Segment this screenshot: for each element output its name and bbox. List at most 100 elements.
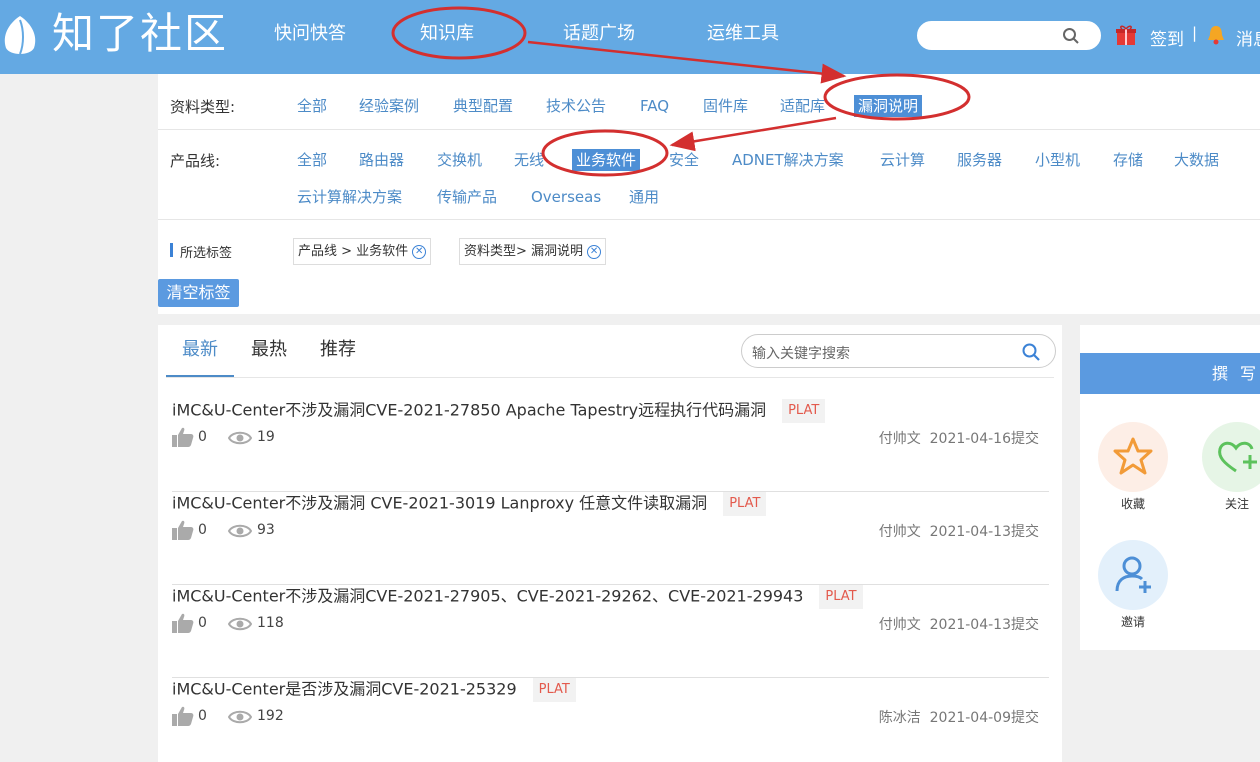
filter-type-faq[interactable]: FAQ — [640, 96, 669, 116]
follow-label: 关注 — [1224, 497, 1249, 511]
filter-product-transmission[interactable]: 传输产品 — [437, 187, 497, 207]
filter-product-storage[interactable]: 存储 — [1113, 150, 1143, 170]
item-tag: PLAT — [782, 399, 826, 423]
filter-product-router[interactable]: 路由器 — [359, 150, 404, 170]
site-logo-text[interactable]: 知了社区 — [52, 6, 228, 62]
clear-tags-button[interactable]: 清空标签 — [158, 279, 239, 307]
nav-ops-tools[interactable]: 运维工具 — [707, 22, 779, 46]
article-list-panel: 最新 最热 推荐 输入关键字搜索 iMC&U-Center不涉及漏洞CVE-20… — [158, 325, 1062, 762]
filter-product-server[interactable]: 服务器 — [957, 150, 1002, 170]
like-count: 0 — [198, 522, 207, 538]
logo-icon[interactable] — [2, 14, 38, 58]
close-circle-icon[interactable]: ✕ — [412, 244, 427, 259]
active-tab-indicator — [166, 375, 234, 377]
selected-tag-product: 产品线 > 业务软件 ✕ — [293, 238, 432, 265]
like-count: 0 — [198, 429, 207, 445]
filter-product-cloud[interactable]: 云计算 — [880, 150, 925, 170]
item-title[interactable]: iMC&U-Center是否涉及漏洞CVE-2021-25329 — [172, 680, 517, 699]
list-item[interactable]: iMC&U-Center不涉及漏洞 CVE-2021-3019 Lanproxy… — [172, 492, 1049, 585]
selected-tags-marker — [170, 243, 173, 257]
item-author[interactable]: 付帅文 — [879, 617, 921, 633]
header-search-input[interactable] — [917, 21, 1101, 50]
view-count: 118 — [257, 615, 284, 631]
filter-type-label: 资料类型: — [170, 98, 236, 116]
selected-tag-text: 产品线 > 业务软件 — [298, 244, 409, 259]
tab-latest[interactable]: 最新 — [182, 339, 218, 361]
tab-recommended[interactable]: 推荐 — [320, 339, 356, 361]
favorite-button[interactable] — [1098, 422, 1168, 492]
thumbs-up-icon[interactable] — [172, 613, 194, 633]
list-item[interactable]: iMC&U-Center不涉及漏洞CVE-2021-27850 Apache T… — [172, 399, 1049, 492]
list-item[interactable]: iMC&U-Center是否涉及漏洞CVE-2021-25329 PLAT 0 1… — [172, 678, 1049, 762]
tab-hottest[interactable]: 最热 — [251, 339, 287, 361]
filter-product-minicomputer[interactable]: 小型机 — [1035, 150, 1080, 170]
list-item[interactable]: iMC&U-Center不涉及漏洞CVE-2021-27905、CVE-2021… — [172, 585, 1049, 678]
eye-icon — [228, 431, 252, 445]
signin-link[interactable]: 签到 — [1150, 25, 1184, 50]
item-tag: PLAT — [723, 492, 767, 516]
item-author[interactable]: 付帅文 — [879, 431, 921, 447]
item-author[interactable]: 陈冰洁 — [879, 710, 921, 726]
invite-button[interactable] — [1098, 540, 1168, 610]
bell-icon[interactable] — [1206, 24, 1226, 46]
item-date: 2021-04-13提交 — [929, 617, 1039, 633]
filter-product-overseas[interactable]: Overseas — [531, 187, 601, 207]
view-count: 93 — [257, 522, 275, 538]
nav-topic-square[interactable]: 话题广场 — [563, 22, 635, 46]
search-icon[interactable] — [1062, 27, 1080, 45]
filter-type-all[interactable]: 全部 — [297, 96, 327, 116]
search-icon[interactable] — [1021, 342, 1041, 362]
heart-plus-icon — [1218, 441, 1257, 473]
item-tag: PLAT — [819, 585, 863, 609]
filter-type-adapter[interactable]: 适配库 — [780, 96, 825, 116]
filter-product-adnet[interactable]: ADNET解决方案 — [732, 150, 844, 170]
item-title[interactable]: iMC&U-Center不涉及漏洞CVE-2021-27905、CVE-2021… — [172, 587, 803, 606]
filter-product-wireless[interactable]: 无线 — [514, 150, 544, 170]
filter-product-cloud-solution[interactable]: 云计算解决方案 — [297, 187, 402, 207]
filter-product-general[interactable]: 通用 — [629, 187, 659, 207]
follow-button[interactable] — [1202, 422, 1260, 492]
favorite-label: 收藏 — [1120, 497, 1145, 511]
close-circle-icon[interactable]: ✕ — [587, 244, 602, 259]
header-separator: | — [1192, 24, 1198, 42]
list-search-input[interactable]: 输入关键字搜索 — [741, 334, 1056, 368]
user-plus-icon — [1115, 556, 1151, 593]
view-count: 19 — [257, 429, 275, 445]
item-title[interactable]: iMC&U-Center不涉及漏洞CVE-2021-27850 Apache T… — [172, 401, 766, 420]
filter-type-firmware[interactable]: 固件库 — [703, 96, 748, 116]
write-button[interactable]: 撰写 — [1080, 353, 1260, 394]
item-author[interactable]: 付帅文 — [879, 524, 921, 540]
filter-type-vulnerability[interactable]: 漏洞说明 — [854, 95, 923, 117]
side-panel: 撰写 收藏 关注 邀请 — [1080, 325, 1260, 650]
filter-product-bigdata[interactable]: 大数据 — [1174, 150, 1219, 170]
item-title[interactable]: iMC&U-Center不涉及漏洞 CVE-2021-3019 Lanproxy… — [172, 494, 707, 513]
filter-product-security[interactable]: 安全 — [669, 150, 699, 170]
like-count: 0 — [198, 615, 207, 631]
messages-link[interactable]: 消息 — [1236, 25, 1260, 50]
filter-type-typical-config[interactable]: 典型配置 — [453, 96, 513, 116]
filter-type-tech-notice[interactable]: 技术公告 — [546, 96, 606, 116]
search-placeholder: 输入关键字搜索 — [752, 346, 850, 362]
selected-tag-type: 资料类型> 漏洞说明 ✕ — [459, 238, 607, 265]
invite-label: 邀请 — [1120, 615, 1145, 629]
nav-quick-qa[interactable]: 快问快答 — [274, 22, 346, 46]
top-navbar: 知了社区 快问快答 知识库 话题广场 运维工具 签到 | 消息 — [0, 0, 1260, 74]
eye-icon — [228, 524, 252, 538]
item-date: 2021-04-13提交 — [929, 524, 1039, 540]
thumbs-up-icon[interactable] — [172, 427, 194, 447]
filter-product-switch[interactable]: 交换机 — [437, 150, 482, 170]
filter-product-business-software[interactable]: 业务软件 — [572, 149, 641, 171]
gift-icon[interactable] — [1116, 24, 1136, 46]
thumbs-up-icon[interactable] — [172, 706, 194, 726]
like-count: 0 — [198, 708, 207, 724]
selected-tag-text: 资料类型> 漏洞说明 — [464, 244, 584, 259]
thumbs-up-icon[interactable] — [172, 520, 194, 540]
eye-icon — [228, 710, 252, 724]
filter-product-all[interactable]: 全部 — [297, 150, 327, 170]
star-icon — [1113, 437, 1153, 475]
filter-product-label: 产品线: — [170, 152, 221, 170]
selected-tags-label: 所选标签 — [180, 246, 233, 261]
filter-type-cases[interactable]: 经验案例 — [359, 96, 419, 116]
nav-knowledge-base[interactable]: 知识库 — [420, 22, 474, 46]
filter-divider — [158, 219, 1260, 220]
